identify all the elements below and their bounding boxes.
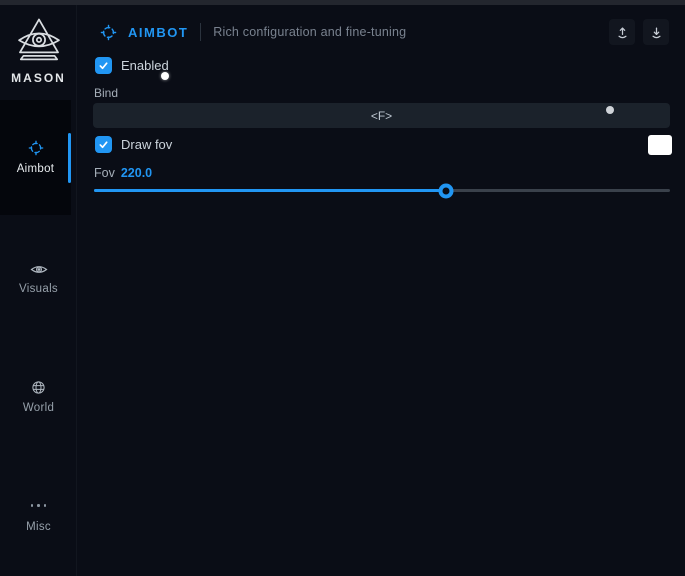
download-icon [649,25,664,40]
fov-slider-handle[interactable] [438,183,453,198]
eye-icon [30,263,48,276]
sidebar: MASON Aimbot Visuals World Misc [0,5,77,576]
sidebar-item-label: Visuals [19,283,58,295]
page-title: AIMBOT [128,25,188,40]
sidebar-item-aimbot[interactable]: Aimbot [0,100,71,215]
crosshair-icon [28,140,44,156]
enabled-checkbox[interactable] [95,57,112,74]
enabled-row: Enabled [95,57,169,74]
sidebar-item-visuals[interactable]: Visuals [0,248,77,310]
export-config-button[interactable] [609,19,635,45]
sidebar-item-label: Misc [26,521,51,533]
fov-label: Fov [94,166,115,180]
import-config-button[interactable] [643,19,669,45]
fov-slider-fill [94,189,446,192]
sidebar-item-label: World [23,402,54,414]
indicator-dot [606,106,614,114]
draw-fov-label: Draw fov [121,137,172,152]
mouse-cursor-dot [161,72,169,80]
page-header: AIMBOT Rich configuration and fine-tunin… [77,16,685,48]
globe-icon [31,380,46,395]
sidebar-item-label: Aimbot [17,163,55,175]
main-panel: AIMBOT Rich configuration and fine-tunin… [77,5,685,576]
fov-value-row: Fov 220.0 [94,166,152,180]
sidebar-item-world[interactable]: World [0,366,77,428]
checkmark-icon [98,60,109,71]
bind-key-field[interactable]: <F> [93,103,670,128]
fov-value: 220.0 [121,166,152,180]
ellipsis-icon [31,498,47,514]
fov-slider[interactable] [94,182,670,198]
eye-pyramid-icon [13,15,65,69]
sidebar-item-misc[interactable]: Misc [0,484,77,546]
bind-label: Bind [94,86,118,100]
app-logo: MASON [0,15,77,85]
logo-label: MASON [11,71,66,85]
draw-fov-checkbox[interactable] [95,136,112,153]
upload-icon [615,25,630,40]
fov-color-swatch[interactable] [648,135,672,155]
bind-key-value: <F> [371,109,392,123]
active-tab-indicator [68,133,71,183]
crosshair-icon [100,24,117,41]
draw-fov-row: Draw fov [95,136,172,153]
page-subtitle: Rich configuration and fine-tuning [213,25,406,39]
checkmark-icon [98,139,109,150]
header-divider [200,23,201,41]
enabled-label: Enabled [121,58,169,73]
